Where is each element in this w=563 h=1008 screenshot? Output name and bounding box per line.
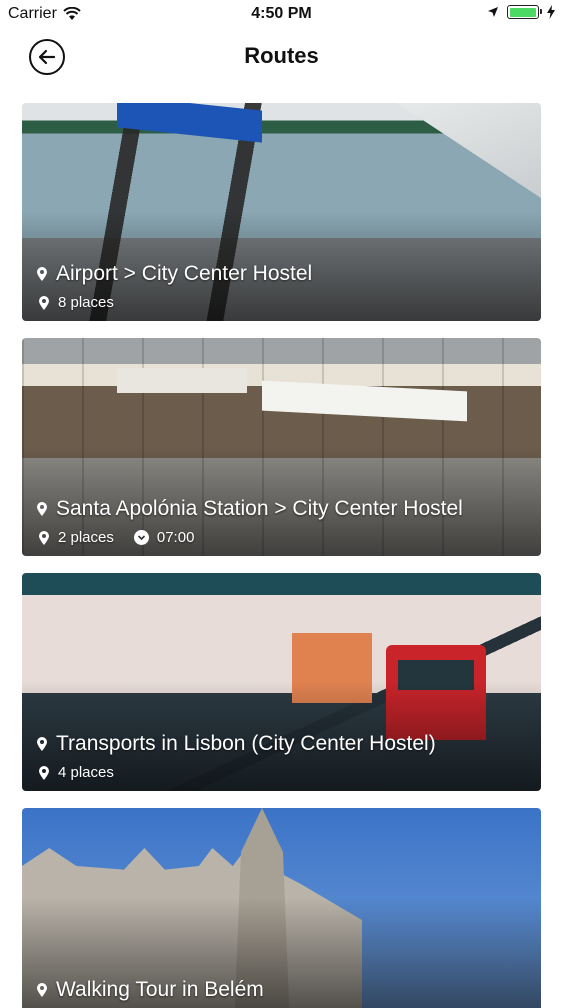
route-places-count: 4 places xyxy=(58,764,114,781)
location-pin-icon xyxy=(39,295,49,310)
route-title-row: Santa Apolónia Station > City Center Hos… xyxy=(36,497,463,521)
route-card-belem[interactable]: Walking Tour in Belém xyxy=(22,808,541,1008)
battery-icon xyxy=(507,5,542,19)
battery-level-fill xyxy=(509,7,536,17)
route-title-row: Airport > City Center Hostel xyxy=(36,262,312,286)
location-pin-icon xyxy=(37,502,47,516)
route-title-row: Walking Tour in Belém xyxy=(36,978,264,1002)
route-title-row: Transports in Lisbon (City Center Hostel… xyxy=(36,732,436,756)
route-time: 07:00 xyxy=(156,529,195,546)
navigation-bar: Routes xyxy=(0,30,563,86)
route-title: Airport > City Center Hostel xyxy=(56,262,313,285)
location-pin-icon xyxy=(39,530,49,545)
route-places-count: 2 places xyxy=(58,529,114,546)
clock-icon xyxy=(133,530,149,545)
route-places-count: 8 places xyxy=(58,294,114,311)
location-pin-icon xyxy=(37,267,47,281)
route-card-santa-apolonia[interactable]: Santa Apolónia Station > City Center Hos… xyxy=(22,338,541,556)
status-time: 4:50 PM xyxy=(251,5,312,22)
location-pin-icon xyxy=(37,737,47,751)
location-arrow-icon xyxy=(488,7,498,17)
route-meta: 8 places xyxy=(38,294,114,311)
charging-bolt-icon xyxy=(547,5,555,19)
location-pin-icon xyxy=(37,983,47,997)
route-title: Walking Tour in Belém xyxy=(56,978,264,1001)
status-right xyxy=(487,5,555,19)
route-card-airport[interactable]: Airport > City Center Hostel 8 places xyxy=(22,103,541,321)
route-title: Transports in Lisbon (City Center Hostel… xyxy=(56,732,436,755)
page-title: Routes xyxy=(244,43,319,68)
route-meta: 2 places 07:00 xyxy=(38,529,194,546)
routes-list: Airport > City Center Hostel 8 places Sa… xyxy=(22,103,541,1008)
route-meta: 4 places xyxy=(38,764,114,781)
status-bar: Carrier 4:50 PM xyxy=(0,0,563,30)
route-title: Santa Apolónia Station > City Center Hos… xyxy=(56,497,463,520)
route-card-transports[interactable]: Transports in Lisbon (City Center Hostel… xyxy=(22,573,541,791)
location-pin-icon xyxy=(39,765,49,780)
